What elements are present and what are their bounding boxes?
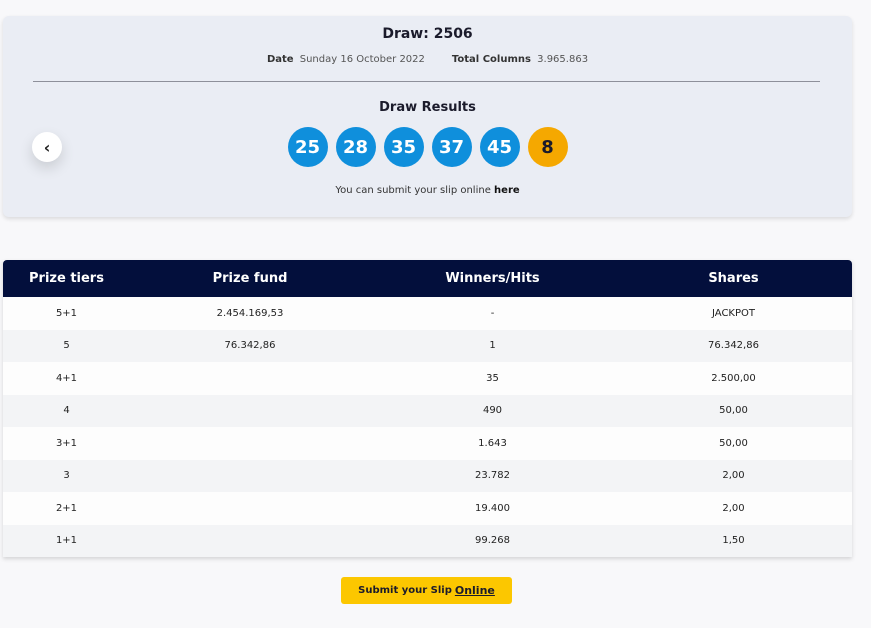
cell-shares: JACKPOT — [615, 297, 852, 330]
bonus-ball: 8 — [527, 127, 568, 167]
submit-note: You can submit your slip online here — [3, 185, 852, 196]
draw-date: Date Sunday 16 October 2022 — [267, 54, 425, 65]
cell-fund — [130, 459, 370, 492]
cell-fund — [130, 492, 370, 525]
cell-winners: - — [370, 297, 615, 330]
number-ball: 35 — [383, 127, 424, 167]
number-ball: 25 — [287, 127, 328, 167]
cell-winners: 35 — [370, 362, 615, 395]
table-row: 4 490 50,00 — [3, 394, 852, 427]
draw-card: Draw: 2506 Date Sunday 16 October 2022 T… — [3, 16, 852, 217]
total-columns: Total Columns 3.965.863 — [452, 54, 588, 65]
cell-tier: 4+1 — [3, 362, 130, 395]
header-prize-tiers: Prize tiers — [3, 260, 130, 297]
cell-tier: 5+1 — [3, 297, 130, 330]
submit-note-text: You can submit your slip online — [335, 185, 491, 196]
cell-shares: 50,00 — [615, 394, 852, 427]
cell-winners: 490 — [370, 394, 615, 427]
cell-fund — [130, 362, 370, 395]
columns-value: 3.965.863 — [537, 54, 589, 65]
result-balls: 25 28 35 37 45 8 — [3, 127, 852, 167]
cell-shares: 2,00 — [615, 492, 852, 525]
cell-winners: 99.268 — [370, 524, 615, 557]
cell-winners: 1.643 — [370, 427, 615, 460]
table-row: 3 23.782 2,00 — [3, 459, 852, 492]
date-value: Sunday 16 October 2022 — [299, 54, 425, 65]
submit-here-link[interactable]: here — [494, 185, 520, 196]
divider — [33, 81, 820, 82]
cell-fund — [130, 394, 370, 427]
number-ball: 28 — [335, 127, 376, 167]
prize-table: Prize tiers Prize fund Winners/Hits Shar… — [3, 260, 852, 557]
draw-meta: Date Sunday 16 October 2022 Total Column… — [3, 54, 852, 65]
chevron-left-icon: ‹ — [43, 137, 51, 157]
cell-shares: 2,00 — [615, 459, 852, 492]
cell-tier: 2+1 — [3, 492, 130, 525]
cell-fund: 2.454.169,53 — [130, 297, 370, 330]
cell-tier: 4 — [3, 394, 130, 427]
cell-tier: 3+1 — [3, 427, 130, 460]
previous-draw-button[interactable]: ‹ — [32, 132, 62, 162]
cell-fund — [130, 524, 370, 557]
date-label: Date — [266, 54, 294, 65]
header-shares: Shares — [615, 260, 852, 297]
table-header-row: Prize tiers Prize fund Winners/Hits Shar… — [3, 260, 852, 297]
number-ball: 45 — [479, 127, 520, 167]
header-winners: Winners/Hits — [370, 260, 615, 297]
table-row: 2+1 19.400 2,00 — [3, 492, 852, 525]
cell-fund — [130, 427, 370, 460]
table-row: 5+1 2.454.169,53 - JACKPOT — [3, 297, 852, 330]
draw-title: Draw: 2506 — [382, 26, 473, 42]
cell-winners: 1 — [370, 329, 615, 362]
number-ball: 37 — [431, 127, 472, 167]
cell-shares: 2.500,00 — [615, 362, 852, 395]
cell-tier: 3 — [3, 459, 130, 492]
cell-shares: 76.342,86 — [615, 329, 852, 362]
cta-prefix: Submit your Slip — [358, 585, 452, 596]
header-prize-fund: Prize fund — [130, 260, 370, 297]
table-row: 4+1 35 2.500,00 — [3, 362, 852, 395]
cell-shares: 1,50 — [615, 524, 852, 557]
table-row: 3+1 1.643 50,00 — [3, 427, 852, 460]
cell-winners: 19.400 — [370, 492, 615, 525]
cell-tier: 1+1 — [3, 524, 130, 557]
cell-winners: 23.782 — [370, 459, 615, 492]
table-row: 5 76.342,86 1 76.342,86 — [3, 329, 852, 362]
cell-shares: 50,00 — [615, 427, 852, 460]
cell-tier: 5 — [3, 329, 130, 362]
cta-online-link: Online — [454, 584, 495, 597]
results-title: Draw Results — [379, 100, 476, 115]
cell-fund: 76.342,86 — [130, 329, 370, 362]
columns-label: Total Columns — [451, 54, 531, 65]
table-row: 1+1 99.268 1,50 — [3, 524, 852, 557]
submit-slip-online-button[interactable]: Submit your Slip Online — [341, 577, 512, 604]
